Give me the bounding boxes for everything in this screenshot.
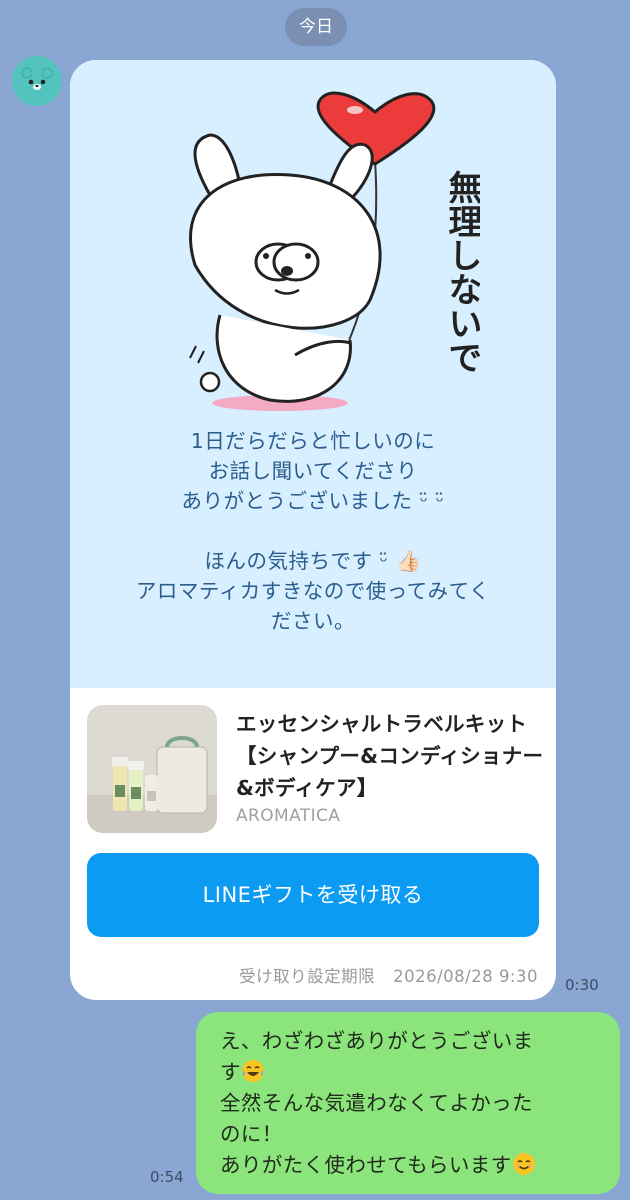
gift-message-text: 1日だらだらと忙しいのに お話し聞いてくださり ありがとうございました ᵕ̈ ᵕ… [135, 429, 491, 633]
receive-deadline: 受け取り設定期限 2026/08/28 9:30 [239, 963, 538, 987]
sent-message-bubble[interactable]: え、わざわざありがとうございま す 全然そんな気遣わなくてよかった のに！ あり… [196, 1012, 620, 1194]
product-image[interactable] [87, 705, 217, 833]
sent-message-text: え、わざわざありがとうございま す 全然そんな気遣わなくてよかった のに！ あり… [220, 1026, 610, 1181]
sent-message-part2: 全然そんな気遣わなくてよかった のに！ ありがたく使わせてもらいます [220, 1091, 533, 1177]
bear-avatar-icon [21, 67, 53, 90]
product-bottles-image [87, 705, 217, 833]
deadline-value: 2026/08/28 9:30 [393, 967, 538, 986]
product-brand: AROMATICA [236, 806, 341, 826]
sender-avatar[interactable] [12, 56, 62, 106]
gift-message-card[interactable]: 無理しないで 1日だらだらと忙しいのに お話し聞いてくださり ありがとうございま… [70, 60, 556, 1000]
product-title[interactable]: エッセンシャルトラベルキット【シャンプー&コンディショナー&ボディケア】 [236, 708, 546, 804]
rabbit-balloon-sticker: 無理しないで [189, 91, 480, 411]
sticker-caption: 無理しないで [442, 170, 480, 374]
gift-card-header: 無理しないで 1日だらだらと忙しいのに お話し聞いてくださり ありがとうございま… [70, 60, 556, 688]
laughing-tears-icon [241, 1060, 264, 1082]
deadline-label: 受け取り設定期限 [239, 967, 376, 986]
sent-message-part1: え、わざわざありがとうございま す [220, 1029, 534, 1084]
date-separator: 今日 [285, 8, 347, 46]
received-timestamp: 0:30 [565, 976, 599, 994]
sent-timestamp: 0:54 [150, 1168, 184, 1186]
smiling-face-icon [512, 1153, 535, 1175]
receive-gift-button[interactable]: LINEギフトを受け取る [87, 853, 539, 937]
